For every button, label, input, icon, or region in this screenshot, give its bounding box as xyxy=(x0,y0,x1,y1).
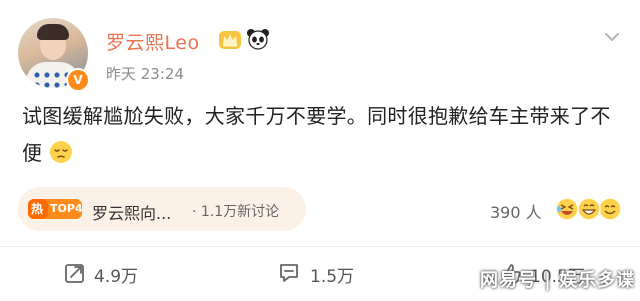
divider xyxy=(0,246,640,247)
repost-icon[interactable] xyxy=(64,262,86,284)
hot-label: 热 xyxy=(31,202,44,216)
topic-name[interactable]: 罗云熙向... xyxy=(92,200,171,224)
rank-label: TOP4 xyxy=(50,202,83,215)
post-text: 试图缓解尴尬失败，大家千万不要学。同时很抱歉给车主带来了不便 xyxy=(22,98,622,172)
username[interactable]: 罗云熙Leo xyxy=(106,28,200,55)
topic-discussion-count: · 1.1万新讨论 xyxy=(192,204,280,220)
smile-emoji-icon xyxy=(598,197,622,221)
post-time: 昨天 23:24 xyxy=(106,65,184,83)
laugh-emoji-icon xyxy=(555,197,579,221)
comment-count[interactable]: 1.5万 xyxy=(310,262,354,287)
panda-icon xyxy=(247,29,269,50)
post-text-content: 试图缓解尴尬失败，大家千万不要学。同时很抱歉给车主带来了不便 xyxy=(22,104,611,165)
verified-badge-icon: V xyxy=(66,68,90,92)
crown-badge-icon xyxy=(219,31,241,49)
reaction-count[interactable]: 390 人 xyxy=(490,199,542,223)
repost-count[interactable]: 4.9万 xyxy=(94,262,138,287)
reaction-emojis[interactable] xyxy=(554,196,624,222)
avatar-hair xyxy=(37,24,69,40)
chevron-down-icon[interactable] xyxy=(604,32,620,42)
watermark: 网易号 | 娱乐多谍 xyxy=(480,270,636,291)
comment-icon[interactable] xyxy=(278,262,300,284)
pensive-emoji-icon xyxy=(49,141,72,163)
grin-emoji-icon xyxy=(577,197,601,221)
